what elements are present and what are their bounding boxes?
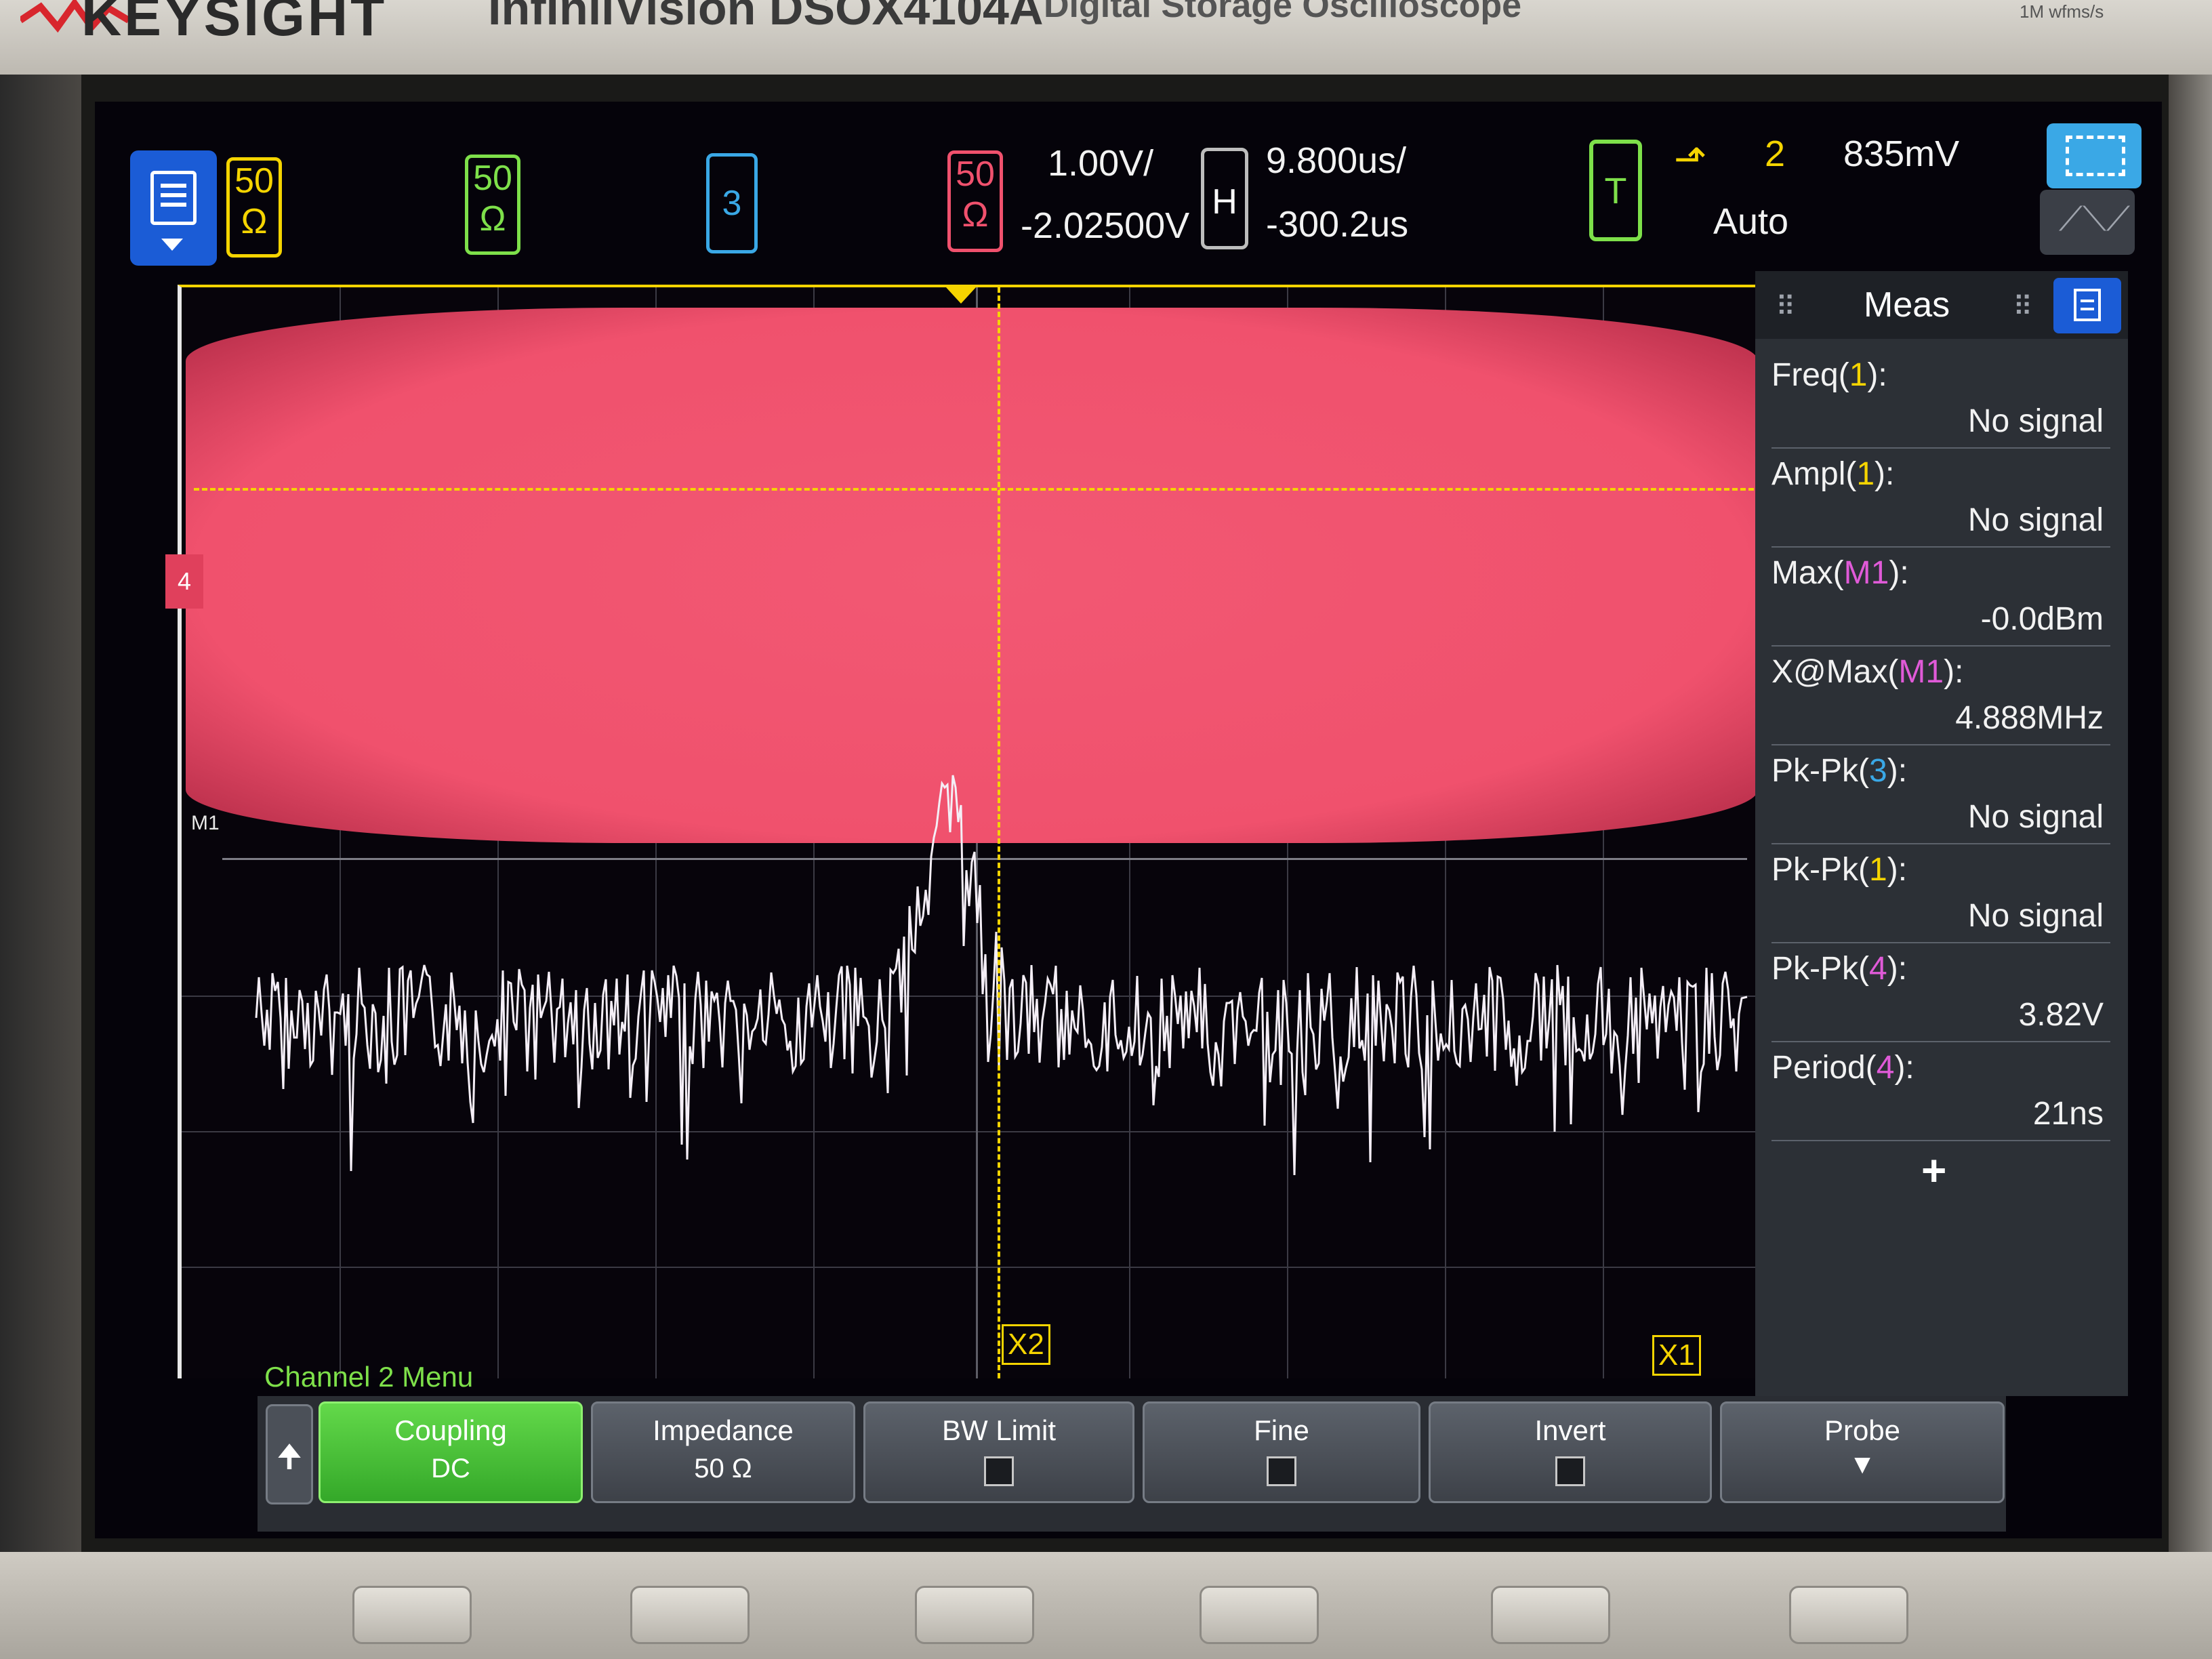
series-label: Digital Storage Oscilloscope — [1044, 0, 1522, 25]
bezel-left — [0, 75, 81, 1659]
physical-softkey-1[interactable] — [352, 1586, 472, 1644]
trigger-edge-icon: ⬏ — [1674, 137, 1707, 181]
horizontal-delay[interactable]: -300.2us — [1266, 203, 1408, 245]
horizontal-badge[interactable]: H — [1201, 148, 1248, 249]
channel-4-ground-marker[interactable]: 4 — [165, 554, 203, 609]
channel-4-badge[interactable]: 50 Ω — [947, 150, 1003, 252]
impedance-label: Impedance — [653, 1414, 794, 1446]
meas-value: -0.0dBm — [1980, 601, 2104, 637]
fine-checkbox[interactable] — [1267, 1456, 1296, 1486]
invert-softkey[interactable]: Invert — [1429, 1401, 1712, 1503]
meas-value: No signal — [1967, 799, 2104, 835]
meas-title: Meas — [1864, 285, 1950, 325]
channel-2-ohm: Ω — [479, 199, 506, 239]
horizontal-scale[interactable]: 9.800us/ — [1266, 140, 1406, 182]
physical-softkey-3[interactable] — [915, 1586, 1034, 1644]
channel-1-badge[interactable]: 50 Ω — [226, 157, 282, 258]
meas-item[interactable]: Period(4): 21ns — [1771, 1045, 2110, 1141]
meas-item[interactable]: Max(M1): -0.0dBm — [1771, 550, 2110, 647]
waveform-rate-label: 1M wfms/s — [2020, 1, 2104, 22]
meas-label: Pk-Pk(3): — [1771, 753, 1908, 789]
invert-checkbox[interactable] — [1555, 1456, 1585, 1486]
math-m1-marker[interactable]: M1 — [191, 812, 220, 835]
trigger-level[interactable]: 835mV — [1843, 133, 1959, 175]
brand-label: KEYSIGHT — [81, 0, 388, 47]
meas-header: ⠿ Meas ⠿ — [1755, 271, 2128, 339]
trigger-mode[interactable]: Auto — [1713, 201, 1788, 243]
waveform-display[interactable]: X2 X1 — [178, 285, 1761, 1378]
channel-2-impedance: 50 — [473, 159, 512, 198]
probe-submenu-arrow-icon: ▼ — [1849, 1450, 1876, 1479]
bezel-top: KEYSIGHT InfiniiVision DSOX4104A Digital… — [0, 0, 2212, 75]
bw-limit-softkey[interactable]: BW Limit — [863, 1401, 1134, 1503]
fine-softkey[interactable]: Fine — [1143, 1401, 1420, 1503]
meas-item[interactable]: Ampl(1): No signal — [1771, 451, 2110, 548]
meas-item[interactable]: Freq(1): No signal — [1771, 352, 2110, 449]
bw-limit-label: BW Limit — [942, 1414, 1056, 1446]
invert-label: Invert — [1534, 1414, 1606, 1446]
probe-label: Probe — [1824, 1414, 1901, 1446]
meas-item[interactable]: X@Max(M1): 4.888MHz — [1771, 649, 2110, 745]
cursor-x1-tag[interactable]: X1 — [1652, 1335, 1701, 1376]
meas-label: Max(M1): — [1771, 555, 1909, 591]
channel-1-ohm: Ω — [241, 202, 268, 241]
trigger-source[interactable]: 2 — [1765, 133, 1785, 175]
cursor-x2-line[interactable] — [998, 287, 1000, 1378]
bezel-right — [2169, 75, 2212, 1659]
physical-softkey-4[interactable] — [1200, 1586, 1319, 1644]
coupling-softkey[interactable]: Coupling DC — [319, 1401, 583, 1503]
coupling-label: Coupling — [394, 1414, 507, 1446]
meas-label: X@Max(M1): — [1771, 654, 1964, 690]
meas-value: 3.82V — [2018, 997, 2104, 1033]
fine-label: Fine — [1254, 1414, 1309, 1446]
physical-softkey-5[interactable] — [1491, 1586, 1610, 1644]
trigger-badge[interactable]: T — [1589, 140, 1642, 241]
fft-trace — [255, 775, 1748, 1176]
channel-3-badge[interactable]: 3 — [706, 153, 758, 253]
bw-limit-checkbox[interactable] — [984, 1456, 1014, 1486]
trigger-position-marker — [946, 287, 976, 304]
drag-grip-icon[interactable]: ⠿ — [2013, 291, 2032, 323]
channel-3-label: 3 — [722, 184, 742, 223]
fft-trace-path — [255, 775, 1748, 1176]
meas-item[interactable]: Pk-Pk(3): No signal — [1771, 748, 2110, 844]
probe-softkey[interactable]: Probe ▼ — [1720, 1401, 2005, 1503]
back-arrow-icon[interactable]: 🠉 — [266, 1404, 313, 1504]
physical-softkey-6[interactable] — [1789, 1586, 1908, 1644]
meas-item[interactable]: Pk-Pk(1): No signal — [1771, 847, 2110, 943]
channel-1-impedance: 50 — [234, 161, 274, 201]
impedance-value: 50 Ω — [694, 1454, 752, 1483]
softkey-menu-title: Channel 2 Menu — [264, 1361, 474, 1393]
add-measurement-button[interactable]: + — [1921, 1145, 1946, 1195]
vertical-offset[interactable]: -2.02500V — [1021, 205, 1189, 247]
channel-4-impedance: 50 — [956, 155, 995, 194]
physical-softkey-2[interactable] — [630, 1586, 750, 1644]
meas-value: No signal — [1967, 502, 2104, 538]
meas-label: Period(4): — [1771, 1050, 1914, 1086]
meas-item[interactable]: Pk-Pk(4): 3.82V — [1771, 946, 2110, 1042]
meas-label: Pk-Pk(1): — [1771, 852, 1908, 888]
meas-label: Pk-Pk(4): — [1771, 951, 1908, 987]
meas-value: No signal — [1967, 898, 2104, 934]
drag-grip-icon[interactable]: ⠿ — [1776, 291, 1795, 323]
main-menu-icon[interactable] — [130, 150, 217, 266]
meas-value: 4.888MHz — [1955, 700, 2104, 736]
vertical-scale[interactable]: 1.00V/ — [1048, 142, 1153, 184]
impedance-softkey[interactable]: Impedance 50 Ω — [591, 1401, 855, 1503]
channel-4-ohm: Ω — [962, 195, 989, 234]
cursor-x2-tag[interactable]: X2 — [1002, 1324, 1050, 1365]
coupling-value: DC — [431, 1454, 470, 1483]
meas-menu-icon[interactable] — [2053, 278, 2121, 333]
channel-2-badge[interactable]: 50 Ω — [465, 155, 520, 255]
meas-value: No signal — [1967, 403, 2104, 439]
select-zoom-icon[interactable] — [2047, 123, 2142, 188]
meas-label: Freq(1): — [1771, 357, 1887, 393]
cursor-y[interactable] — [194, 488, 1754, 491]
measurement-panel: ⠿ Meas ⠿ Freq(1): No signal Ampl(1): No … — [1755, 271, 2128, 1396]
meas-value: 21ns — [2032, 1096, 2104, 1132]
model-label: InfiniiVision DSOX4104A — [488, 0, 1044, 35]
ruler-icon[interactable] — [2040, 190, 2135, 255]
meas-label: Ampl(1): — [1771, 456, 1895, 492]
